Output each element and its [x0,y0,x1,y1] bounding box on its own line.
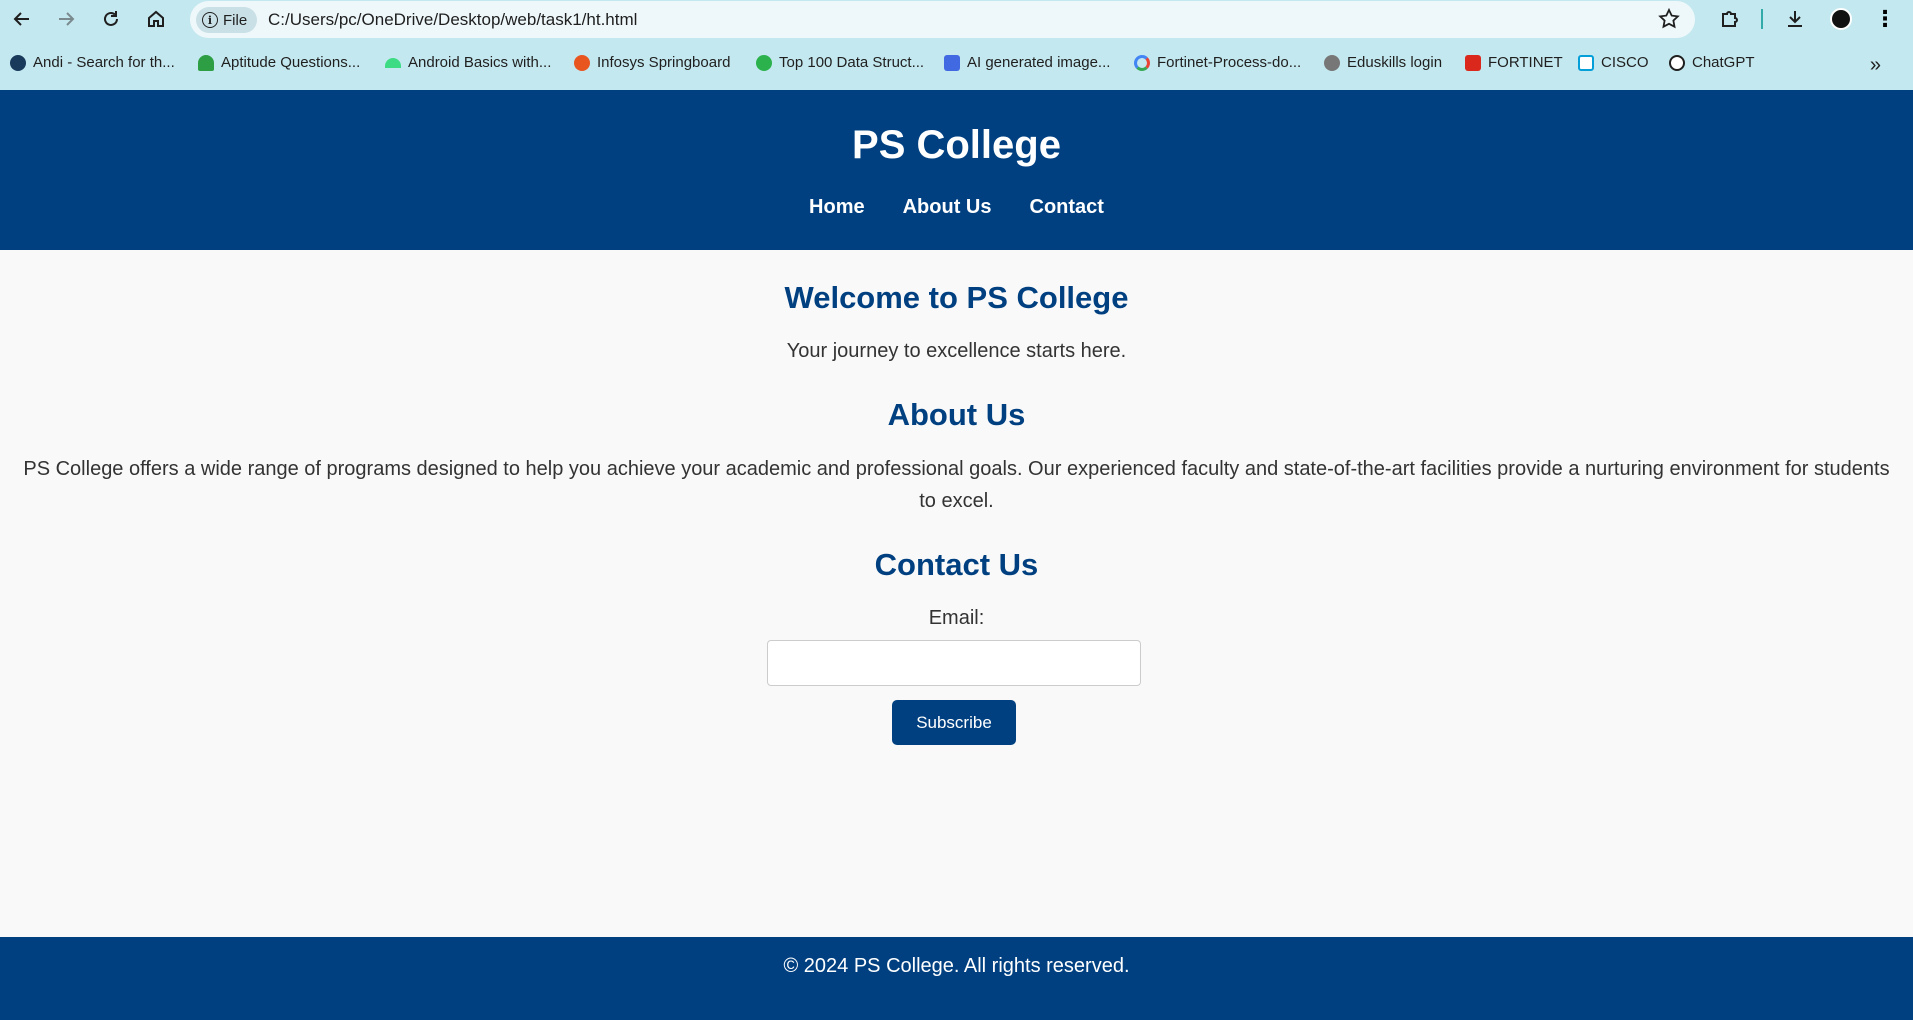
about-section: About Us [0,397,1913,433]
umbrella-icon [198,54,214,71]
site-header: PS College Home About Us Contact [0,90,1913,250]
footer-copyright: © 2024 PS College. All rights reserved. [783,955,1130,977]
site-info-chip[interactable]: i File [196,7,258,33]
cisco-icon [1578,54,1594,71]
back-button[interactable] [6,4,38,34]
forward-arrow-icon [59,12,75,26]
bookmark-item[interactable]: FORTINET [1465,54,1563,71]
bookmark-item[interactable]: Andi - Search for th... [10,54,175,71]
f-logo-icon [944,54,960,71]
infosys-icon [574,54,590,71]
bookmark-item[interactable]: Android Basics with... [385,54,551,71]
chatgpt-icon [1669,54,1685,71]
bookmark-label: Android Basics with... [408,54,552,71]
bookmark-item[interactable]: CISCO [1578,54,1649,71]
subscribe-button[interactable]: Subscribe [892,700,1016,745]
about-heading: About Us [887,397,1026,432]
bookmark-label: Eduskills login [1347,54,1443,71]
back-arrow-icon [13,12,29,26]
avatar [1830,8,1852,30]
eduskills-icon [1324,54,1340,71]
home-icon [148,10,164,27]
android-icon [385,57,401,68]
forward-button[interactable] [50,4,82,34]
nav-home-link[interactable]: Home [809,196,865,219]
bookmark-label: ChatGPT [1692,54,1755,71]
bookmark-label: FORTINET [1488,54,1563,71]
site-footer: © 2024 PS College. All rights reserved. [0,937,1913,1020]
browser-chrome: i File C:/Users/pc/OneDrive/Desktop/web/… [0,0,1913,90]
file-chip-label: File [223,11,248,29]
home-button[interactable] [140,4,172,34]
email-field[interactable] [767,640,1141,686]
bookmark-label: Andi - Search for th... [33,54,175,71]
browser-toolbar: i File C:/Users/pc/OneDrive/Desktop/web/… [0,0,1913,38]
nav-about-link[interactable]: About Us [903,196,992,219]
bookmark-item[interactable]: ChatGPT [1669,54,1755,71]
site-title: PS College [852,123,1061,167]
andi-icon [10,54,26,71]
welcome-section: Welcome to PS College [0,280,1913,316]
url-text[interactable]: C:/Users/pc/OneDrive/Desktop/web/task1/h… [268,10,637,30]
bookmark-item[interactable]: AI generated image... [944,54,1110,71]
email-label: Email: [928,607,985,629]
download-icon [1788,11,1802,27]
bookmark-item[interactable]: Infosys Springboard [574,54,730,71]
google-icon [1134,54,1150,71]
nav-contact-link[interactable]: Contact [1030,196,1104,219]
profile-button[interactable] [1826,4,1856,34]
site-nav: Home About Us Contact [0,196,1913,219]
bookmark-item[interactable]: Fortinet-Process-do... [1134,54,1301,71]
welcome-heading: Welcome to PS College [784,280,1129,315]
bookmark-label: Top 100 Data Struct... [779,54,925,71]
play-badge-icon [756,54,772,71]
bookmark-label: Fortinet-Process-do... [1157,54,1302,71]
info-icon: i [202,12,218,28]
welcome-text: Your journey to excellence starts here. [786,340,1127,362]
extensions-button[interactable] [1715,4,1745,34]
bookmarks-bar: Andi - Search for th... Aptitude Questio… [0,50,1913,80]
downloads-button[interactable] [1780,4,1810,34]
bookmark-label: CISCO [1601,54,1649,71]
bookmark-label: Infosys Springboard [597,54,731,71]
contact-heading: Contact Us [874,547,1039,582]
fortinet-icon [1465,54,1481,71]
about-text: PS College offers a wide range of progra… [23,458,1890,512]
puzzle-icon [1722,11,1738,27]
reload-button[interactable] [95,4,127,34]
kebab-menu-icon: ⋮ [1874,6,1896,31]
bookmark-label: AI generated image... [967,54,1111,71]
contact-section: Contact Us [0,547,1913,583]
bookmark-label: Aptitude Questions... [221,54,361,71]
menu-button[interactable]: ⋮ [1872,4,1898,34]
bookmark-item[interactable]: Eduskills login [1324,54,1442,71]
reload-icon [104,11,118,26]
bookmark-star-icon[interactable] [1657,7,1681,31]
toolbar-divider [1761,9,1763,29]
bookmark-item[interactable]: Top 100 Data Struct... [756,54,924,71]
bookmark-item[interactable]: Aptitude Questions... [198,54,360,71]
address-bar[interactable]: i File C:/Users/pc/OneDrive/Desktop/web/… [190,1,1695,38]
more-bookmarks-icon[interactable]: » [1870,54,1881,77]
